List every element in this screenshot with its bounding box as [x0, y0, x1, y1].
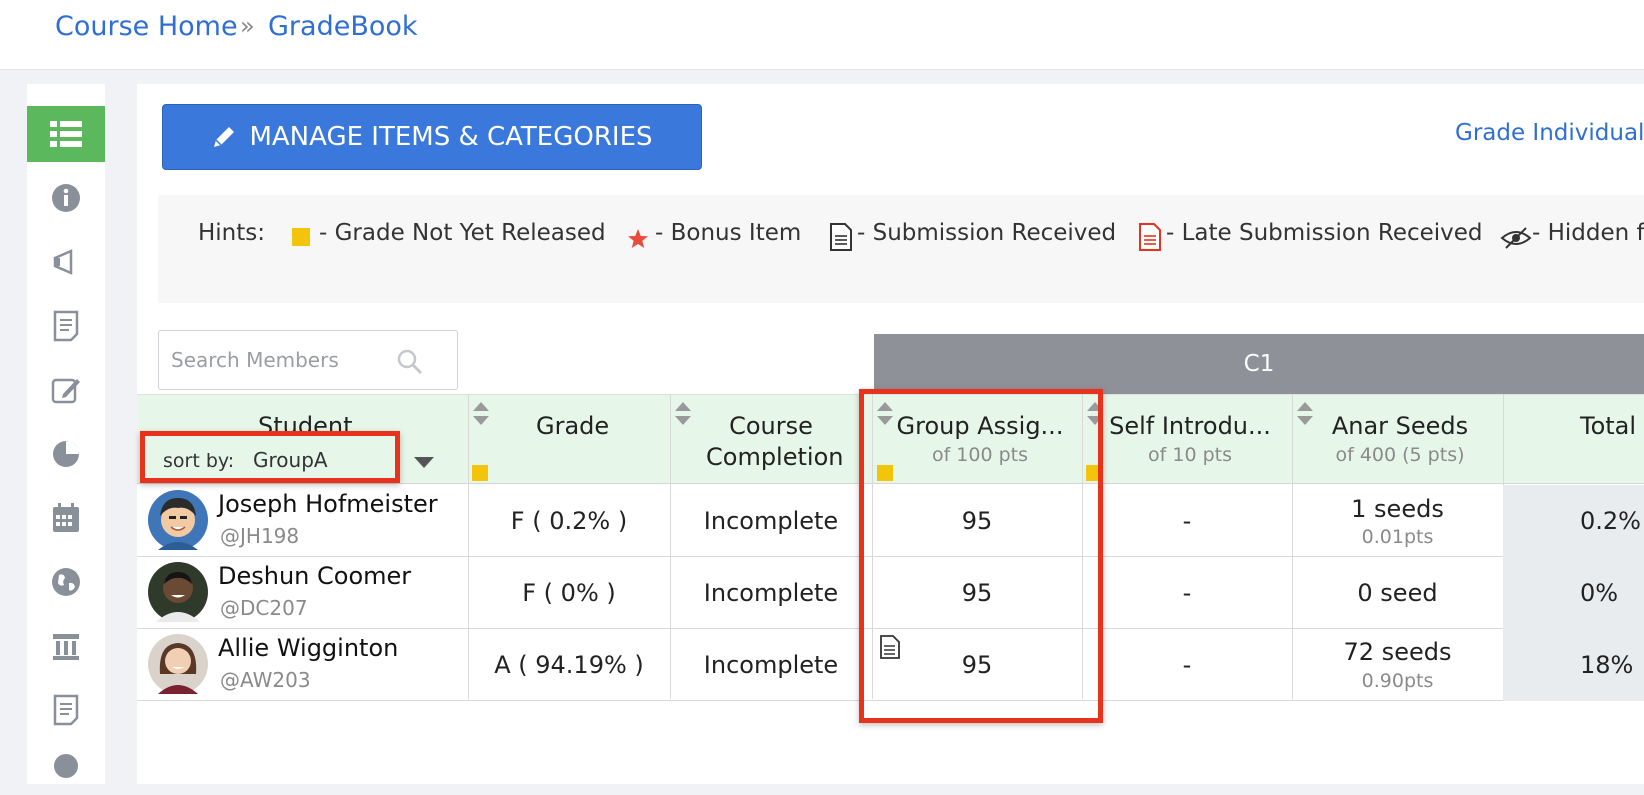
anar-seeds-count[interactable]: 72 seeds — [1292, 638, 1503, 666]
document-icon — [53, 694, 79, 726]
hidden-eye-icon — [1500, 227, 1532, 249]
anar-seeds-points: 0.90pts — [1361, 670, 1434, 692]
highlight-sort-by — [140, 431, 400, 483]
grade-cell: F ( 0% ) — [522, 579, 616, 607]
student-handle: @JH198 — [220, 524, 300, 548]
document-icon — [53, 310, 79, 342]
not-released-icon — [472, 465, 488, 481]
header-completion[interactable]: Completion — [706, 443, 843, 471]
info-icon — [52, 184, 80, 212]
edit-icon — [51, 378, 80, 404]
sidebar-item-resources[interactable] — [27, 618, 105, 674]
total-cell: 0.2% — [1580, 507, 1641, 535]
header-total[interactable]: Total — [1580, 412, 1636, 440]
total-cell: 18% — [1580, 651, 1634, 679]
self-introduction-score[interactable]: - — [1082, 651, 1292, 679]
student-name[interactable]: Joseph Hofmeister — [218, 490, 438, 518]
sidebar-item-pages[interactable] — [27, 298, 105, 354]
anar-seeds-points: 0.01pts — [1361, 526, 1434, 548]
header-anar-seeds-points: of 400 (5 pts) — [1335, 444, 1465, 466]
header-self-introduction[interactable]: Self Introdu... — [1090, 412, 1290, 440]
hint-bonus-item: - Bonus Item — [655, 220, 802, 246]
student-handle: @DC207 — [220, 596, 308, 620]
sort-arrows-completion[interactable] — [674, 402, 692, 428]
hint-not-released: - Grade Not Yet Released — [319, 220, 606, 246]
student-name[interactable]: Deshun Coomer — [218, 562, 411, 590]
sidebar-item-info[interactable] — [27, 170, 105, 226]
sidebar-item-materials[interactable] — [27, 682, 105, 738]
chevron-down-icon[interactable] — [414, 457, 434, 469]
avatar[interactable] — [148, 562, 208, 622]
completion-cell: Incomplete — [703, 579, 839, 607]
total-cell: 0% — [1580, 579, 1619, 607]
calendar-icon — [53, 503, 79, 532]
category-label: C1 — [1243, 351, 1275, 377]
hint-hidden: - Hidden f — [1532, 220, 1644, 246]
student-name[interactable]: Allie Wigginton — [218, 634, 398, 662]
list-icon — [50, 121, 82, 147]
pencil-icon — [214, 127, 235, 147]
hint-submission-received: - Submission Received — [857, 220, 1117, 246]
completion-cell: Incomplete — [703, 507, 839, 535]
sidebar-item-announcements[interactable] — [27, 234, 105, 290]
category-header-c1: C1 — [874, 334, 1644, 394]
submission-icon — [830, 223, 852, 251]
grade-individually-link[interactable]: Grade Individuall — [1455, 120, 1644, 146]
manage-items-label: MANAGE ITEMS & CATEGORIES — [249, 122, 653, 152]
sidebar-item-discussions[interactable] — [27, 739, 105, 795]
search-members-box — [158, 330, 458, 390]
pie-chart-icon — [53, 441, 79, 467]
sidebar-item-web[interactable] — [27, 554, 105, 610]
sidebar-item-reports[interactable] — [27, 426, 105, 482]
chat-icon — [54, 754, 78, 778]
header-grade[interactable]: Grade — [536, 412, 609, 440]
breadcrumb-gradebook[interactable]: GradeBook — [268, 11, 418, 42]
grade-cell: A ( 94.19% ) — [494, 651, 644, 679]
hints-bar — [158, 195, 1644, 303]
globe-icon — [52, 568, 80, 596]
total-cell-bg — [1503, 557, 1644, 629]
sidebar-item-assignments[interactable] — [27, 362, 105, 418]
highlight-group-assignment-column — [859, 389, 1103, 723]
sort-arrows-grade[interactable] — [472, 402, 490, 428]
bonus-star-icon — [628, 229, 648, 248]
manage-items-button[interactable]: MANAGE ITEMS & CATEGORIES — [162, 104, 702, 170]
search-icon[interactable] — [397, 349, 423, 375]
sidebar-item-calendar[interactable] — [27, 490, 105, 546]
search-input[interactable] — [169, 341, 399, 379]
avatar[interactable] — [148, 634, 208, 694]
grade-cell: F ( 0.2% ) — [510, 507, 628, 535]
anar-seeds-count[interactable]: 0 seed — [1292, 579, 1503, 607]
sidebar-item-gradebook[interactable] — [27, 106, 105, 162]
self-introduction-score[interactable]: - — [1082, 579, 1292, 607]
student-handle: @AW203 — [220, 668, 311, 692]
avatar[interactable] — [148, 490, 208, 550]
top-bar: Course Home » GradeBook — [0, 0, 1644, 70]
header-anar-seeds[interactable]: Anar Seeds — [1300, 412, 1500, 440]
header-course[interactable]: Course — [706, 412, 836, 440]
breadcrumb-separator: » — [240, 12, 255, 40]
megaphone-icon — [53, 249, 73, 275]
anar-seeds-count[interactable]: 1 seeds — [1292, 495, 1503, 523]
self-introduction-score[interactable]: - — [1082, 507, 1292, 535]
late-submission-icon — [1139, 223, 1161, 251]
header-self-introduction-points: of 10 pts — [1148, 444, 1232, 466]
pillar-icon — [53, 634, 79, 660]
sidebar — [27, 84, 105, 784]
breadcrumb-course-home[interactable]: Course Home — [55, 11, 238, 42]
not-released-icon — [292, 228, 310, 246]
completion-cell: Incomplete — [703, 651, 839, 679]
hint-late-submission: - Late Submission Received — [1166, 220, 1483, 246]
hints-label: Hints: — [198, 220, 266, 246]
